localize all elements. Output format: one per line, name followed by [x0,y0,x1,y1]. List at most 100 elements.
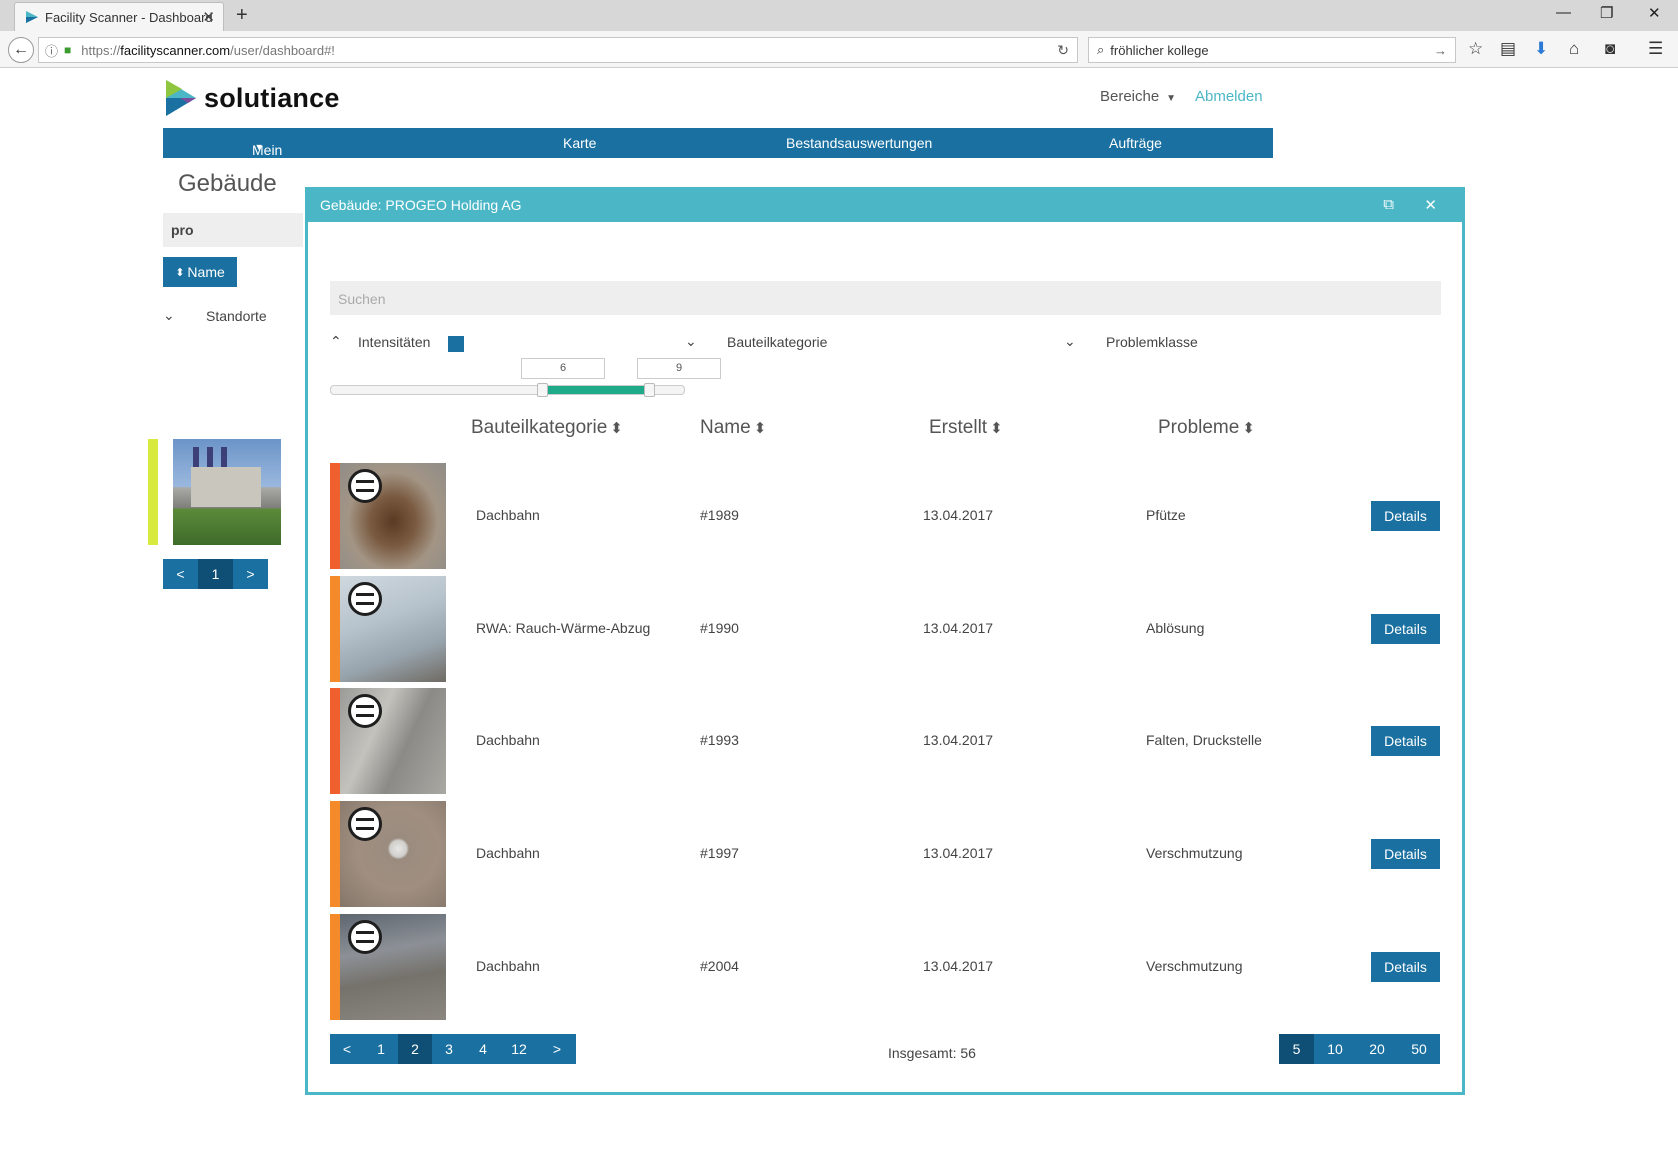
severity-bar [330,576,340,682]
roof-membrane-icon [348,694,382,728]
bereiche-dropdown[interactable]: Bereiche ▼ [1100,88,1176,105]
nav-auftraege[interactable]: Aufträge [1109,135,1162,151]
row-problems: Verschmutzung [1146,958,1243,974]
col-erstellt-label: Erstellt [929,417,988,438]
home-icon[interactable]: ⌂ [1569,39,1579,59]
col-header-name[interactable]: Name ⬍ [700,417,766,439]
page-button-active[interactable]: 2 [398,1034,432,1064]
severity-bar [330,914,340,1020]
url-bar[interactable]: ⓘ ■ https:// facilityscanner.com /user/d… [38,37,1078,63]
building-thumbnail[interactable] [173,439,281,545]
sidebar-next-page[interactable]: > [233,559,268,589]
row-thumbnail[interactable] [340,463,446,569]
maximize-icon[interactable]: ⧉ [1383,196,1394,213]
reload-icon[interactable]: ↻ [1057,42,1069,59]
browser-tab[interactable]: Facility Scanner - Dashboard ✕ [14,2,224,31]
caret-down-icon: ▼ [1163,93,1177,104]
col-header-probleme[interactable]: Probleme ⬍ [1158,417,1255,439]
sort-icon: ⬍ [753,420,767,437]
details-button[interactable]: Details [1371,839,1440,869]
row-thumbnail[interactable] [340,688,446,794]
range-min-input[interactable]: 6 [521,358,605,379]
menu-icon[interactable]: ☰ [1648,39,1663,59]
details-button[interactable]: Details [1371,614,1440,644]
location-marker [148,439,158,545]
logout-link[interactable]: Abmelden [1195,88,1263,105]
page-size-selector: 5 10 20 50 [1279,1034,1440,1064]
col-header-bauteilkategorie[interactable]: Bauteilkategorie ⬍ [471,417,623,439]
nav-bestandsauswertungen[interactable]: Bestandsauswertungen [786,135,932,151]
chevron-up-icon: ⌃ [330,333,342,349]
slider-handle-max[interactable] [644,383,655,397]
search-icon: ⌕ [1097,42,1105,57]
col-bauteilkategorie-label: Bauteilkategorie [471,417,608,438]
row-created: 13.04.2017 [923,620,994,636]
details-button[interactable]: Details [1371,501,1440,531]
roof-membrane-icon [348,920,382,954]
page-size-50[interactable]: 50 [1398,1034,1440,1064]
severity-bar [330,463,340,569]
row-problems: Falten, Druckstelle [1146,732,1262,748]
row-category: Dachbahn [476,732,540,748]
table-row[interactable]: Dachbahn #1989 13.04.2017 Pfütze Details [330,463,1441,569]
page-button[interactable]: 1 [364,1034,398,1064]
page-size-5[interactable]: 5 [1279,1034,1314,1064]
next-page-button[interactable]: > [538,1034,576,1064]
row-thumbnail[interactable] [340,914,446,1020]
prev-page-button[interactable]: < [330,1034,364,1064]
intensity-range-slider[interactable] [330,383,685,397]
modal-search-input[interactable]: Suchen [330,281,1441,315]
row-category: RWA: Rauch-Wärme-Abzug [476,620,651,636]
download-icon[interactable]: ⬇ [1534,39,1548,59]
details-button[interactable]: Details [1371,952,1440,982]
reading-list-icon[interactable]: ▤ [1500,39,1516,59]
logo[interactable]: solutiance [162,80,340,116]
page-size-20[interactable]: 20 [1356,1034,1398,1064]
sidebar-prev-page[interactable]: < [163,559,198,589]
intensity-color-swatch[interactable] [448,336,464,352]
row-created: 13.04.2017 [923,507,994,523]
browser-tabbar: Facility Scanner - Dashboard ✕ + — ❐ ✕ [0,0,1678,31]
building-modal: Gebäude: PROGEO Holding AG ⧉ ✕ Suchen ⌃ … [305,187,1465,1095]
url-host: facilityscanner.com [120,42,231,58]
close-icon[interactable]: ✕ [1424,196,1437,214]
minimize-icon[interactable]: — [1556,4,1571,21]
table-row[interactable]: Dachbahn #1993 13.04.2017 Falten, Drucks… [330,688,1441,794]
page-button[interactable]: 12 [500,1034,538,1064]
page-button[interactable]: 4 [466,1034,500,1064]
pocket-icon[interactable]: ◙ [1605,39,1615,59]
bookmark-star-icon[interactable]: ☆ [1468,39,1483,59]
col-name-label: Name [700,417,751,438]
page-button[interactable]: 3 [432,1034,466,1064]
row-category: Dachbahn [476,507,540,523]
col-header-erstellt[interactable]: Erstellt ⬍ [929,417,1003,439]
sidebar-page-1[interactable]: 1 [198,559,233,589]
table-row[interactable]: RWA: Rauch-Wärme-Abzug #1990 13.04.2017 … [330,576,1441,682]
info-icon[interactable]: ⓘ [45,41,58,60]
browser-navbar: ← ⓘ ■ https:// facilityscanner.com /user… [0,31,1678,68]
table-row[interactable]: Dachbahn #2004 13.04.2017 Verschmutzung … [330,914,1441,1020]
row-category: Dachbahn [476,958,540,974]
sort-name-label: Name [187,264,225,280]
row-created: 13.04.2017 [923,845,994,861]
row-name: #1990 [700,620,739,636]
details-button[interactable]: Details [1371,726,1440,756]
building-filter-input[interactable]: pro [163,213,303,247]
new-tab-icon[interactable]: + [236,4,248,27]
row-thumbnail[interactable] [340,801,446,907]
slider-handle-min[interactable] [537,383,548,397]
range-max-input[interactable]: 9 [637,358,721,379]
table-row[interactable]: Dachbahn #1997 13.04.2017 Verschmutzung … [330,801,1441,907]
window-close-icon[interactable]: ✕ [1648,4,1661,22]
url-path: /user/dashboard#! [230,42,335,58]
sort-name-button[interactable]: ⬍ Name [163,257,237,287]
tab-close-icon[interactable]: ✕ [202,8,215,26]
restore-icon[interactable]: ❐ [1600,4,1613,22]
url-protocol: https:// [81,42,121,58]
row-thumbnail[interactable] [340,576,446,682]
nav-karte[interactable]: Karte [563,135,596,151]
search-go-icon[interactable]: → [1434,43,1447,58]
browser-search-field[interactable]: ⌕ fröhlicher kollege → [1088,37,1456,63]
page-size-10[interactable]: 10 [1314,1034,1356,1064]
back-arrow-icon[interactable]: ← [8,37,34,63]
